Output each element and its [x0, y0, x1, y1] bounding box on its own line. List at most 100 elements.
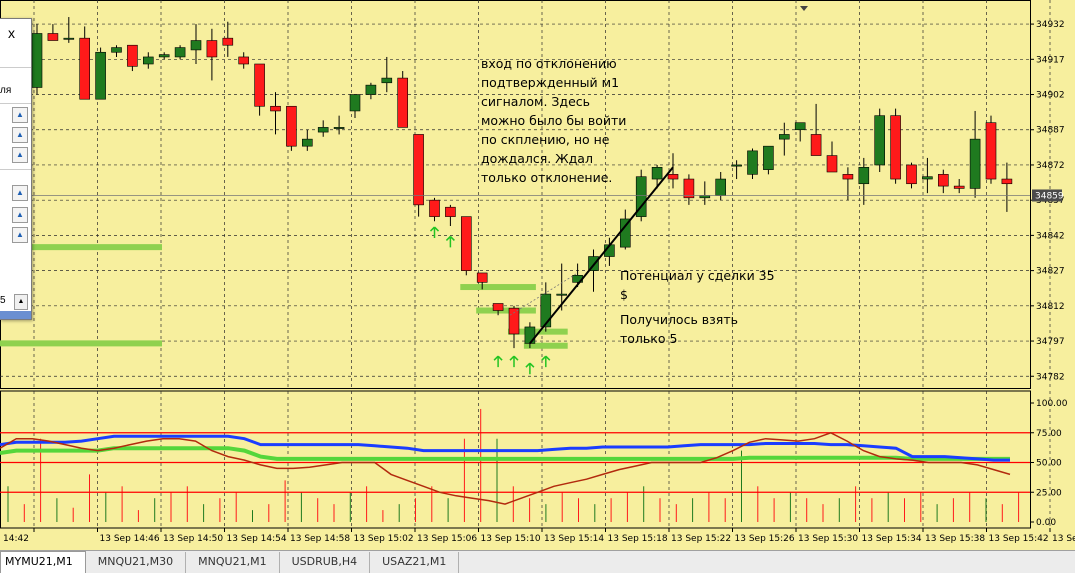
price-tick-label: 34872: [1036, 161, 1065, 171]
price-level-zone: [476, 307, 536, 314]
arrow-up-icon: [429, 226, 440, 239]
candle-bull: [747, 150, 758, 175]
candle-bear: [429, 199, 440, 217]
candle-bull: [174, 47, 186, 58]
candle-bull: [381, 77, 393, 84]
candle-bear: [937, 174, 949, 187]
annotation-entry-note: вход по отклонению подтвержденный м1 сиг…: [481, 56, 627, 185]
candle-bull: [731, 164, 742, 167]
candle-bear: [460, 216, 472, 271]
candle-bull: [365, 84, 377, 95]
oscillator-axis: 100.00 75.00 50.00 25.00 0.00: [1030, 399, 1068, 528]
spinner-up-icon[interactable]: ▲: [12, 227, 28, 243]
candle-bull: [715, 178, 727, 196]
oscillator-panel: [0, 408, 1030, 522]
candle-bull: [63, 37, 75, 40]
candle-bull: [143, 56, 154, 65]
chart-tab-bar: MYMU21,M1 MNQU21,M30 MNQU21,M1 USDRUB,H4…: [0, 550, 1075, 573]
candle-bull: [111, 47, 122, 53]
time-tick-label: 13 Sep 15:18: [608, 534, 668, 544]
time-tick-label: 13 Sep 14:58: [290, 534, 350, 544]
candle-bear: [826, 155, 838, 173]
time-tick-label: 13 Sep 15:26: [735, 534, 795, 544]
candle-bear: [222, 37, 234, 46]
candle-bull: [190, 40, 202, 51]
arrow-up-icon: [541, 355, 551, 368]
candle-bull: [556, 293, 568, 296]
time-tick-label: 13 Sep 15:06: [417, 534, 477, 544]
oscillator-tick-label: 50.00: [1036, 459, 1062, 469]
dialog-separator: [0, 67, 31, 68]
candle-bear: [667, 174, 679, 180]
candle-bear: [254, 63, 265, 107]
candle-bull: [540, 293, 552, 328]
dialog-value: 5: [0, 295, 6, 306]
candle-bear: [842, 174, 854, 180]
increment-button[interactable]: ▲: [14, 294, 28, 310]
candle-bull: [778, 134, 790, 140]
support-levels: [0, 244, 568, 349]
time-tick-label: 13 Sep 15:38: [925, 534, 985, 544]
candle-bear: [985, 122, 997, 180]
spinner-up-icon[interactable]: ▲: [12, 185, 28, 201]
candle-bear: [127, 44, 138, 67]
candle-bear: [810, 134, 822, 156]
candle-bull: [31, 33, 43, 88]
candle-bear: [890, 115, 901, 180]
oscillator-tick-label: 0.00: [1036, 518, 1056, 528]
candle-bear: [508, 307, 520, 335]
arrow-up-icon: [509, 355, 519, 368]
candle-bull: [301, 138, 313, 147]
candle-bear: [492, 303, 504, 311]
tab-mymu21-m1[interactable]: MYMU21,M1: [0, 551, 86, 573]
price-axis: 3493234917349023488734872348573484234827…: [1030, 20, 1065, 382]
signal-arrows: [429, 226, 551, 375]
candle-bear: [906, 164, 917, 185]
time-tick-label: 13 Sep 15:46: [1052, 534, 1075, 544]
tab-mnqu21-m30[interactable]: MNQU21,M30: [86, 552, 187, 573]
dialog-label: ля: [0, 85, 12, 96]
candle-bull: [763, 145, 774, 170]
candle-bear: [1001, 178, 1013, 185]
price-tick-label: 34887: [1036, 126, 1065, 136]
candle-bull: [333, 127, 345, 129]
tab-usdrub-h4[interactable]: USDRUB,H4: [280, 552, 371, 573]
time-tick-label: 13 Sep 15:22: [671, 534, 731, 544]
price-tick-label: 34902: [1036, 91, 1065, 101]
close-icon[interactable]: x: [8, 25, 15, 41]
candle-bear: [270, 105, 281, 112]
time-tick-label: 13 Sep 14:46: [100, 534, 160, 544]
time-tick-label: 13 Sep 15:10: [481, 534, 541, 544]
spinner-up-icon[interactable]: ▲: [12, 147, 28, 163]
arrow-up-icon: [525, 362, 535, 375]
candle-bull: [317, 127, 329, 133]
candle-bull: [858, 167, 870, 185]
spinner-up-icon[interactable]: ▲: [12, 127, 28, 143]
price-tick-label: 34782: [1036, 372, 1065, 382]
candle-bear: [683, 178, 695, 199]
price-tick-label: 34917: [1036, 55, 1065, 65]
time-tick-label: 13 Sep 15:42: [989, 534, 1049, 544]
candle-bear: [238, 56, 249, 65]
spinner-up-icon[interactable]: ▲: [12, 207, 28, 223]
candle-bull: [922, 176, 933, 180]
dialog-separator: [0, 169, 31, 170]
oscillator-tick-label: 25.00: [1036, 488, 1062, 498]
tab-mnqu21-m1[interactable]: MNQU21,M1: [186, 552, 280, 573]
annotation-result-note: Получилось взять только 5: [620, 312, 738, 346]
candle-bear: [47, 33, 59, 41]
properties-dialog[interactable]: x ля ▲ ▲ ▲ ▲ ▲ ▲ 5 ▲: [0, 18, 32, 320]
candle-bear: [445, 206, 456, 217]
scroll-marker-icon: [800, 6, 808, 11]
tab-usaz21-m1[interactable]: USAZ21,M1: [370, 552, 460, 573]
candle-bear: [953, 185, 965, 189]
time-axis: 14:42 13 Sep 14:46 13 Sep 14:50 13 Sep 14:5…: [3, 528, 1075, 544]
candle-bear: [397, 77, 409, 128]
time-tick-label: 14:42: [3, 534, 29, 544]
time-tick-label: 13 Sep 15:30: [798, 534, 858, 544]
candle-bull: [349, 94, 361, 112]
dialog-footer-bar: [0, 311, 31, 319]
spinner-up-icon[interactable]: ▲: [12, 107, 28, 123]
price-tick-label: 34812: [1036, 302, 1065, 312]
arrow-up-icon: [445, 235, 455, 248]
